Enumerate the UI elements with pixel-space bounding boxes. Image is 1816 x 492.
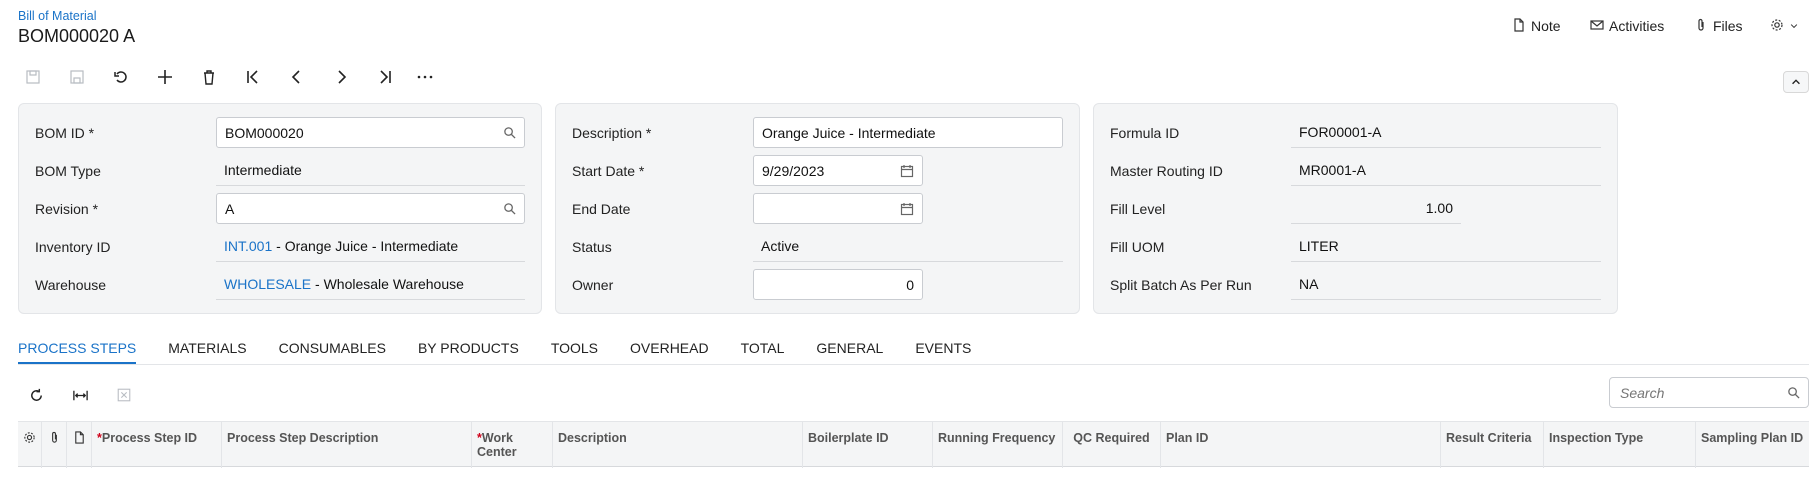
revision-field[interactable]: A [216, 193, 525, 224]
chevron-down-icon [1789, 18, 1799, 34]
tab-overhead[interactable]: OVERHEAD [630, 334, 709, 364]
calendar-icon[interactable] [900, 202, 914, 216]
previous-record-icon[interactable] [286, 66, 308, 88]
gear-icon [1770, 18, 1784, 35]
column-process-step-description[interactable]: Process Step Description [222, 422, 472, 468]
start-date-label: Start Date * [572, 163, 645, 179]
status-label: Status [572, 239, 612, 255]
fit-columns-icon[interactable] [68, 383, 92, 407]
search-input[interactable] [1618, 383, 1778, 402]
note-icon [1512, 17, 1526, 35]
column-process-step-id[interactable]: *Process Step ID [92, 422, 222, 468]
fill-uom-link[interactable]: LITER [1291, 231, 1601, 262]
delete-icon[interactable] [198, 66, 220, 88]
tab-total[interactable]: TOTAL [741, 334, 785, 364]
more-options-icon[interactable] [414, 66, 436, 88]
files-button[interactable]: Files [1694, 16, 1743, 36]
start-date-field[interactable]: 9/29/2023 [753, 155, 923, 186]
grid-search-box[interactable] [1609, 377, 1809, 408]
status-value: Active [753, 231, 1063, 262]
grid-header: *Process Step ID Process Step Descriptio… [18, 421, 1809, 468]
save-close-icon[interactable] [22, 66, 44, 88]
bom-type-label: BOM Type [35, 163, 101, 179]
fill-level-label: Fill Level [1110, 201, 1166, 217]
attachment-column-icon [42, 422, 67, 468]
inventory-id-link[interactable]: INT.001 [224, 238, 272, 254]
last-record-icon[interactable] [374, 66, 396, 88]
activities-label: Activities [1609, 18, 1665, 34]
tab-events[interactable]: EVENTS [915, 334, 971, 364]
tab-bar: PROCESS STEPS MATERIALS CONSUMABLES BY P… [18, 334, 971, 364]
column-qc-required[interactable]: QC Required [1063, 422, 1161, 468]
split-batch-label: Split Batch As Per Run [1110, 277, 1252, 293]
fill-level-value[interactable]: 1.00 [1291, 193, 1461, 224]
column-work-center[interactable]: *Work Center [472, 422, 553, 468]
tab-general[interactable]: GENERAL [816, 334, 883, 364]
fill-uom-label: Fill UOM [1110, 239, 1165, 255]
paperclip-icon [1694, 18, 1708, 35]
formula-id-label: Formula ID [1110, 125, 1180, 141]
note-button[interactable]: Note [1512, 16, 1561, 36]
breadcrumb[interactable]: Bill of Material [18, 9, 97, 23]
search-icon[interactable] [1787, 386, 1800, 399]
split-batch-value: NA [1291, 269, 1601, 300]
description-label: Description * [572, 125, 652, 141]
inventory-id-label: Inventory ID [35, 239, 111, 255]
owner-label: Owner [572, 277, 614, 293]
first-record-icon[interactable] [242, 66, 264, 88]
refresh-icon[interactable] [24, 383, 48, 407]
master-routing-id-label: Master Routing ID [1110, 163, 1223, 179]
inventory-id-value: INT.001 - Orange Juice - Intermediate [216, 231, 525, 262]
activities-button[interactable]: Activities [1590, 16, 1664, 36]
settings-menu-button[interactable] [1770, 16, 1799, 36]
end-date-label: End Date [572, 201, 631, 217]
formula-id-link[interactable]: FOR00001-A [1291, 117, 1601, 148]
search-icon[interactable] [503, 126, 516, 139]
note-label: Note [1531, 18, 1561, 34]
column-result-criteria[interactable]: Result Criteria [1441, 422, 1544, 468]
collapse-header-button[interactable] [1783, 71, 1809, 93]
warehouse-link[interactable]: WHOLESALE [224, 276, 311, 292]
bom-type-value: Intermediate [216, 155, 525, 186]
column-settings-icon[interactable] [18, 422, 42, 468]
add-icon[interactable] [154, 66, 176, 88]
warehouse-value: WHOLESALE - Wholesale Warehouse [216, 269, 525, 300]
tab-consumables[interactable]: CONSUMABLES [279, 334, 386, 364]
column-inspection-type[interactable]: Inspection Type [1544, 422, 1696, 468]
next-record-icon[interactable] [330, 66, 352, 88]
tab-by-products[interactable]: BY PRODUCTS [418, 334, 519, 364]
master-routing-id-link[interactable]: MR0001-A [1291, 155, 1601, 186]
page-title: BOM000020 A [18, 26, 136, 46]
note-column-icon [67, 422, 92, 468]
revision-label: Revision * [35, 201, 99, 217]
calendar-icon[interactable] [900, 164, 914, 178]
description-field[interactable]: Orange Juice - Intermediate [753, 117, 1063, 148]
tab-tools[interactable]: TOOLS [551, 334, 598, 364]
save-icon[interactable] [66, 66, 88, 88]
warehouse-label: Warehouse [35, 277, 107, 293]
tab-divider [18, 364, 1809, 365]
column-sampling-plan-id[interactable]: Sampling Plan ID [1696, 422, 1809, 468]
export-excel-icon[interactable] [112, 383, 136, 407]
search-icon[interactable] [503, 202, 516, 215]
chevron-up-icon [1790, 76, 1802, 88]
column-description[interactable]: Description [553, 422, 803, 468]
bom-id-label: BOM ID * [35, 125, 95, 141]
end-date-field[interactable] [753, 193, 923, 224]
mail-icon [1590, 18, 1604, 35]
files-label: Files [1713, 18, 1743, 34]
column-running-frequency[interactable]: Running Frequency [933, 422, 1063, 468]
tab-process-steps[interactable]: PROCESS STEPS [18, 334, 137, 364]
tab-materials[interactable]: MATERIALS [168, 334, 246, 364]
column-boilerplate-id[interactable]: Boilerplate ID [803, 422, 933, 468]
bom-id-field[interactable]: BOM000020 [216, 117, 525, 148]
undo-icon[interactable] [110, 66, 132, 88]
owner-field[interactable]: 0 [753, 269, 923, 300]
column-plan-id[interactable]: Plan ID [1161, 422, 1441, 468]
